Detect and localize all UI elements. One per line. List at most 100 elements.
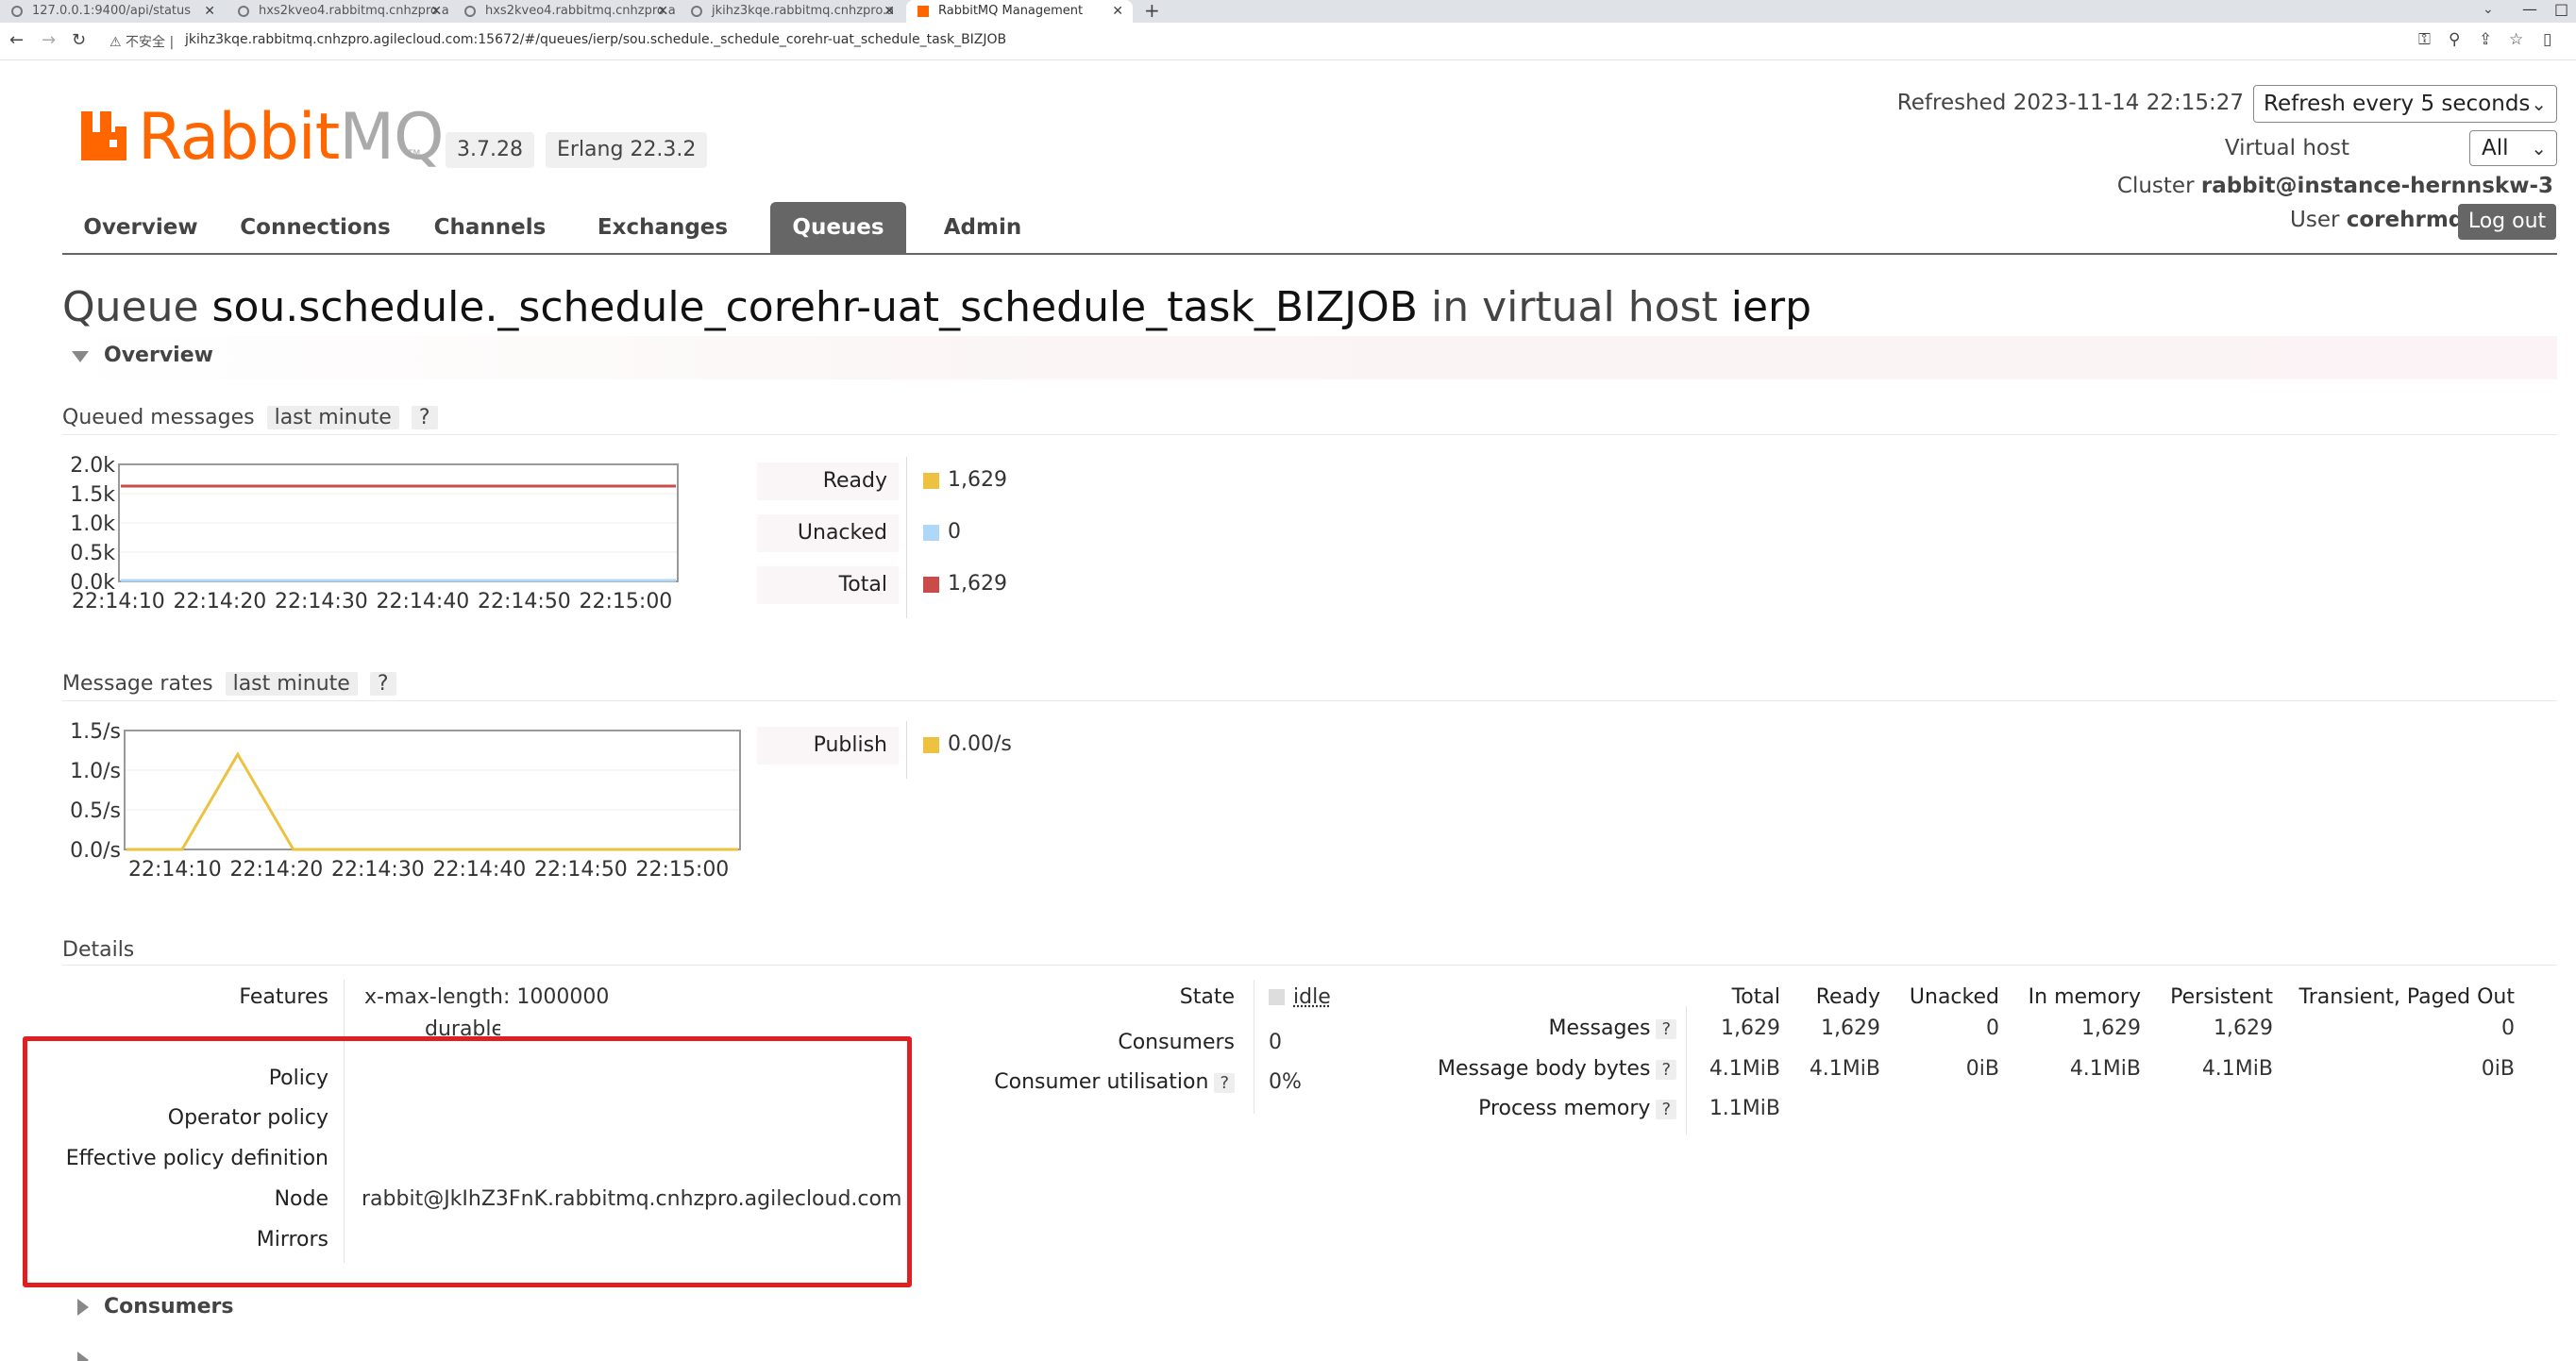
feature-max-length: x-max-length: 1000000 — [364, 985, 610, 1009]
security-warning[interactable]: ⚠ 不安全 | — [109, 32, 174, 51]
queued-messages-chart: 2.0k1.5k1.0k0.5k0.0k22:14:10 22:14:20 22:1… — [70, 454, 679, 613]
x-tick-label: 22:14:10 — [128, 858, 222, 882]
logo-rabbit-text: Rabbit — [138, 100, 340, 175]
main-nav: Overview Connections Channels Exchanges … — [62, 202, 2557, 255]
message-body-bytes-label: Message body bytes — [1438, 1057, 1651, 1081]
browser-tab[interactable]: hxs2kveo4.rabbitmq.cnhzpro.a ✕ — [453, 0, 678, 23]
consumers-section-header[interactable]: Consumers — [62, 1291, 629, 1329]
collapse-triangle-icon — [77, 1299, 89, 1316]
help-button[interactable]: ? — [369, 672, 396, 696]
range-selector[interactable]: last minute — [266, 406, 399, 429]
y-tick-label: 0.5/s — [70, 799, 121, 823]
rabbitmq-favicon-icon — [918, 6, 929, 17]
help-button[interactable]: ? — [1656, 1019, 1676, 1039]
browser-tab[interactable]: jkihz3kqe.rabbitmq.cnhzpro.a ✕ — [680, 0, 904, 23]
x-tick-label: 22:14:40 — [377, 590, 470, 613]
series-line-publish — [126, 751, 738, 851]
legend-value-publish: 0.00/s — [948, 732, 1012, 756]
message-rates-header: Message rates last minute ? — [62, 672, 396, 696]
state-value: idle — [1293, 985, 1331, 1009]
close-tab-icon[interactable]: ✕ — [1112, 0, 1123, 23]
browser-tab[interactable]: 127.0.0.1:9400/api/status ✕ — [0, 0, 225, 23]
consumer-utilisation-label: Consumer utilisation? — [944, 1070, 1235, 1094]
consumer-utilisation-text: Consumer utilisation — [994, 1070, 1209, 1094]
zoom-icon[interactable]: ⚲ — [2449, 30, 2460, 49]
rabbitmq-logo-icon — [81, 111, 126, 160]
x-tick-label: 22:14:50 — [534, 858, 628, 882]
globe-icon — [11, 6, 23, 17]
table-cell: 0 — [2501, 1017, 2515, 1040]
legend-swatch — [923, 577, 939, 593]
y-tick-label: 1.0/s — [70, 760, 121, 783]
tab-admin[interactable]: Admin — [912, 202, 1053, 253]
tab-overview[interactable]: Overview — [62, 202, 219, 253]
x-tick-label: 22:14:40 — [433, 858, 527, 882]
browser-tab-bar: 127.0.0.1:9400/api/status ✕ hxs2kveo4.ra… — [0, 0, 2576, 23]
share-icon[interactable]: ⇪ — [2479, 30, 2492, 49]
tab-connections[interactable]: Connections — [219, 202, 412, 253]
logo-mq-text: MQ — [339, 100, 444, 175]
minimize-icon[interactable]: — — [2522, 0, 2537, 19]
process-memory-label: Process memory — [1478, 1097, 1651, 1120]
details-header: Details — [62, 938, 135, 962]
help-button[interactable]: ? — [1656, 1060, 1676, 1080]
key-icon[interactable]: ⚿ — [2418, 30, 2431, 49]
table-row-label: Process memory? — [1322, 1097, 1676, 1120]
bookmark-star-icon[interactable]: ☆ — [2509, 30, 2523, 49]
logo-wordmark: RabbitMQ — [138, 100, 445, 175]
reload-icon[interactable]: ↻ — [72, 30, 86, 50]
help-button[interactable]: ? — [1214, 1073, 1235, 1093]
consumers-value: 0 — [1269, 1031, 1282, 1054]
version-badge: 3.7.28 — [446, 132, 534, 168]
tab-search-chevron-icon[interactable]: ⌄ — [2483, 2, 2494, 17]
next-section-header-clipped — [62, 1352, 270, 1361]
url-field[interactable]: jkihz3kqe.rabbitmq.cnhzpro.agilecloud.co… — [185, 32, 1006, 47]
y-tick-label: 1.0k — [70, 512, 115, 536]
page-title: Queue sou.schedule._schedule_corehr-uat_… — [62, 283, 1811, 331]
overview-section-header[interactable]: Overview — [62, 336, 2557, 379]
chevron-down-icon: ⌄ — [2531, 92, 2547, 115]
title-mid: in virtual host — [1430, 283, 1718, 331]
legend-swatch — [923, 525, 939, 541]
tab-title: hxs2kveo4.rabbitmq.cnhzpro.a — [259, 4, 449, 18]
state-label: State — [1179, 985, 1235, 1009]
forward-arrow-icon[interactable]: → — [42, 30, 56, 50]
title-prefix: Queue — [62, 283, 199, 331]
close-tab-icon[interactable]: ✕ — [657, 0, 668, 23]
overview-section-title: Overview — [104, 344, 213, 367]
browser-tab[interactable]: hxs2kveo4.rabbitmq.cnhzpro.a ✕ — [227, 0, 451, 23]
range-selector[interactable]: last minute — [225, 672, 358, 696]
table-cell: 1,629 — [2081, 1017, 2141, 1040]
tab-queues[interactable]: Queues — [770, 202, 906, 253]
help-button[interactable]: ? — [411, 406, 438, 429]
x-tick-label: 22:14:50 — [478, 590, 571, 613]
tab-title: 127.0.0.1:9400/api/status — [32, 4, 192, 18]
feature-durable-clip: durable: true — [364, 1017, 500, 1038]
sidebar-icon[interactable]: ▯ — [2543, 30, 2551, 49]
new-tab-icon[interactable]: + — [1144, 0, 1160, 21]
virtual-host-select[interactable]: All ⌄ — [2469, 130, 2557, 166]
divider — [62, 700, 2557, 701]
globe-icon — [464, 6, 476, 17]
x-tick-label: 22:14:20 — [174, 590, 267, 613]
table-header-ready: Ready — [1815, 985, 1880, 1009]
maximize-icon[interactable]: □ — [2554, 0, 2568, 19]
help-button[interactable]: ? — [1656, 1100, 1676, 1119]
table-header-persistent: Persistent — [2170, 985, 2273, 1009]
close-tab-icon[interactable]: ✕ — [884, 0, 895, 23]
tab-exchanges[interactable]: Exchanges — [568, 202, 757, 253]
browser-tab-active[interactable]: RabbitMQ Management ✕ — [906, 0, 1133, 23]
consumers-section-title: Consumers — [104, 1295, 234, 1319]
close-tab-icon[interactable]: ✕ — [430, 0, 442, 23]
state-indicator-icon — [1269, 989, 1285, 1005]
virtual-host-value: All — [2482, 136, 2509, 160]
browser-address-bar: ← → ↻ ⚠ 不安全 | jkihz3kqe.rabbitmq.cnhzpro… — [0, 23, 2576, 60]
globe-icon — [238, 6, 249, 17]
table-cell: 1,629 — [2214, 1017, 2273, 1040]
close-tab-icon[interactable]: ✕ — [204, 0, 215, 23]
refresh-interval-select[interactable]: Refresh every 5 seconds ⌄ — [2253, 85, 2557, 123]
back-arrow-icon[interactable]: ← — [9, 30, 24, 50]
divider — [62, 965, 2557, 966]
expand-triangle-icon — [72, 351, 89, 362]
tab-channels[interactable]: Channels — [412, 202, 568, 253]
